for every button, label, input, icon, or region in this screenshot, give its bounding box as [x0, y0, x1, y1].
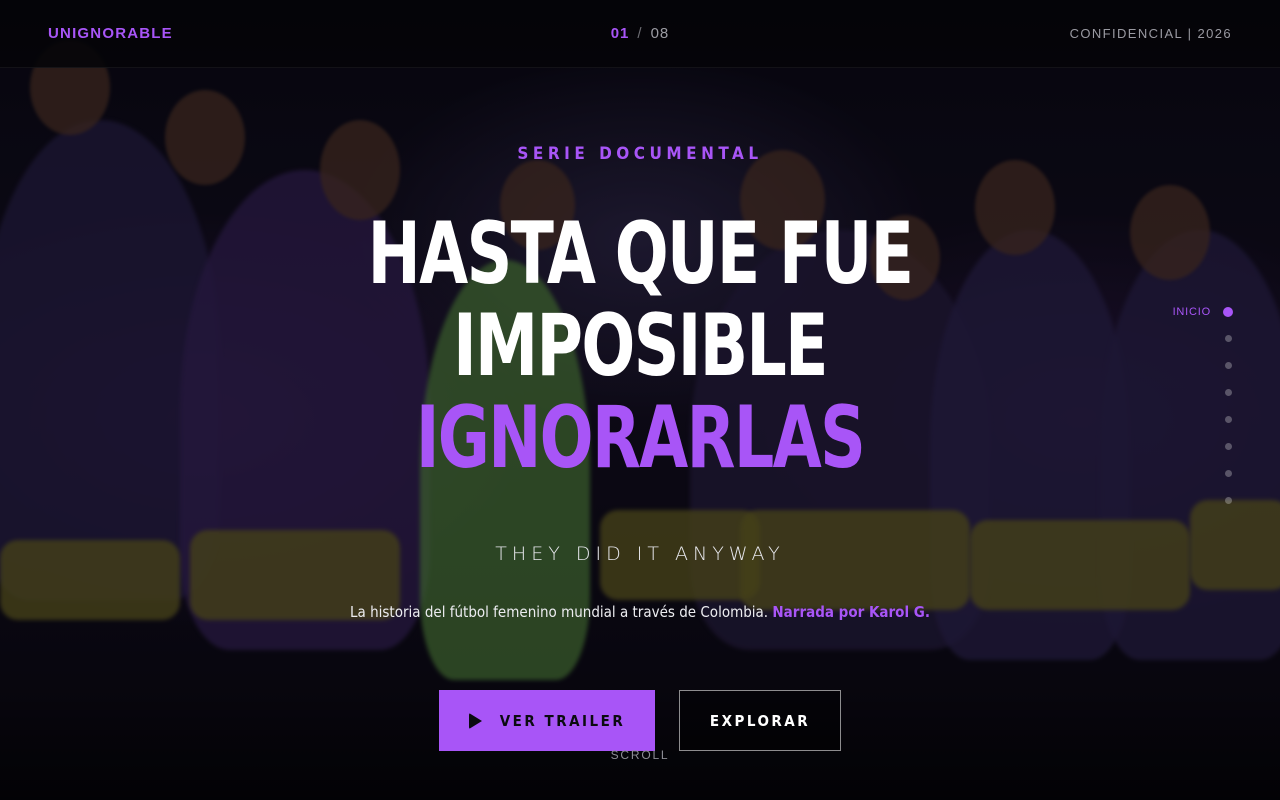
dot-nav-dot [1225, 497, 1232, 504]
narrator-credit: Narrada por Karol G. [772, 603, 930, 621]
dot-nav-dot [1225, 362, 1232, 369]
watch-trailer-button[interactable]: VER TRAILER [439, 690, 655, 751]
dot-nav-active-label: INICIO [1172, 305, 1211, 318]
dot-nav-item[interactable] [1112, 460, 1232, 487]
dot-nav-item[interactable] [1112, 352, 1232, 379]
hero-tagline: THEY DID IT ANYWAY [495, 543, 785, 565]
hero-title-line-1: HASTA QUE FUE [367, 204, 914, 304]
dot-nav-item[interactable] [1112, 487, 1232, 514]
dot-nav-dot [1225, 389, 1232, 396]
watch-trailer-label: VER TRAILER [499, 711, 626, 730]
dot-nav-item-inicio[interactable]: INICIO [1112, 298, 1233, 325]
hero-title-line-3: IGNORARLAS [415, 388, 866, 488]
hero-eyebrow: SERIE DOCUMENTAL [517, 144, 763, 164]
scroll-indicator[interactable]: SCROLL [0, 748, 1280, 762]
explore-button[interactable]: EXPLORAR [679, 690, 841, 751]
dot-nav-item[interactable] [1112, 379, 1232, 406]
hero-description-text: La historia del fútbol femenino mundial … [350, 603, 769, 621]
dot-nav-dot [1223, 306, 1233, 317]
dot-nav-item[interactable] [1112, 325, 1232, 352]
hero-title: HASTA QUE FUE IMPOSIBLE IGNORARLAS [115, 208, 1165, 484]
hero-title-line-2: IMPOSIBLE [453, 296, 828, 396]
explore-label: EXPLORAR [709, 711, 811, 730]
hero-description: La historia del fútbol femenino mundial … [0, 603, 1280, 621]
dot-nav-dot [1225, 470, 1232, 477]
dot-nav-item[interactable] [1112, 433, 1232, 460]
hero-content: SERIE DOCUMENTAL HASTA QUE FUE IMPOSIBLE… [0, 0, 1280, 800]
section-dot-nav: INICIO [1112, 298, 1233, 514]
dot-nav-item[interactable] [1112, 406, 1232, 433]
dot-nav-dot [1225, 443, 1232, 450]
play-icon [468, 712, 482, 729]
dot-nav-dot [1225, 416, 1232, 423]
dot-nav-dot [1225, 335, 1232, 342]
